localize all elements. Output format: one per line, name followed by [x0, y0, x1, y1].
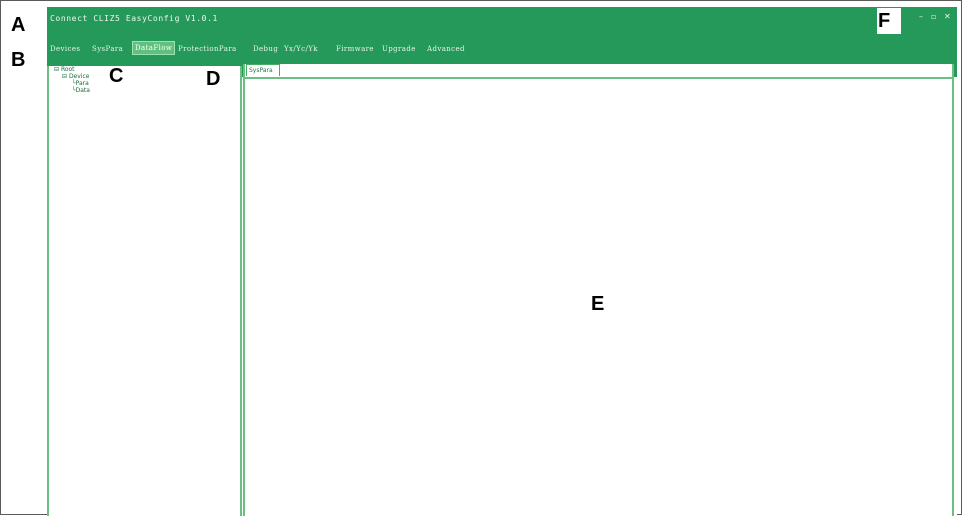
window-title: Connect CLIZ5 EasyConfig V1.0.1 — [50, 14, 218, 23]
annotation-label-f: F — [878, 10, 891, 32]
menu-item-dataflow[interactable]: DataFlow — [131, 41, 176, 55]
menu-bar: Devices SysPara DataFlow ProtectionPara … — [47, 34, 957, 64]
tree-leaf-para-label: Para — [75, 80, 89, 87]
screenshot-frame: A B Connect CLIZ5 EasyConfig V1.0.1 – ▫ … — [0, 0, 962, 516]
app-window: Connect CLIZ5 EasyConfig V1.0.1 – ▫ ✕ De… — [47, 7, 957, 516]
tree-leaf-data-label: Data — [75, 87, 90, 94]
annotation-label-d: D — [206, 68, 221, 90]
menu-item-protectionpara[interactable]: ProtectionPara — [178, 45, 237, 53]
menu-item-firmware[interactable]: Firmware — [336, 45, 374, 53]
tree-node-root-label: Root — [60, 66, 75, 73]
menu-item-syspara[interactable]: SysPara — [92, 45, 123, 53]
menu-item-devices[interactable]: Devices — [50, 45, 80, 53]
title-bar: Connect CLIZ5 EasyConfig V1.0.1 – ▫ ✕ — [47, 7, 957, 34]
tab-syspara[interactable]: SysPara — [246, 64, 280, 76]
workspace-area: SysPara — [243, 64, 954, 516]
annotation-label-e: E — [591, 293, 605, 315]
minimize-icon[interactable]: – — [919, 13, 923, 21]
annotation-label-c: C — [109, 65, 124, 87]
menu-item-advanced[interactable]: Advanced — [427, 45, 465, 53]
menu-item-upgrade[interactable]: Upgrade — [382, 45, 416, 53]
close-icon[interactable]: ✕ — [944, 13, 951, 21]
tree-leaf-data[interactable]: └Data — [72, 88, 90, 94]
tree-node-device-label: Device — [68, 73, 90, 80]
menu-item-yx-yc-yk[interactable]: Yx/Yc/Yk — [284, 45, 318, 53]
maximize-icon[interactable]: ▫ — [931, 13, 936, 21]
annotation-label-a: A — [11, 14, 26, 36]
annotation-label-b: B — [11, 49, 26, 71]
menu-item-debug[interactable]: Debug — [253, 45, 278, 53]
device-tree-panel: ⊟ Root ⊟ Device └Para └Data — [47, 66, 242, 516]
